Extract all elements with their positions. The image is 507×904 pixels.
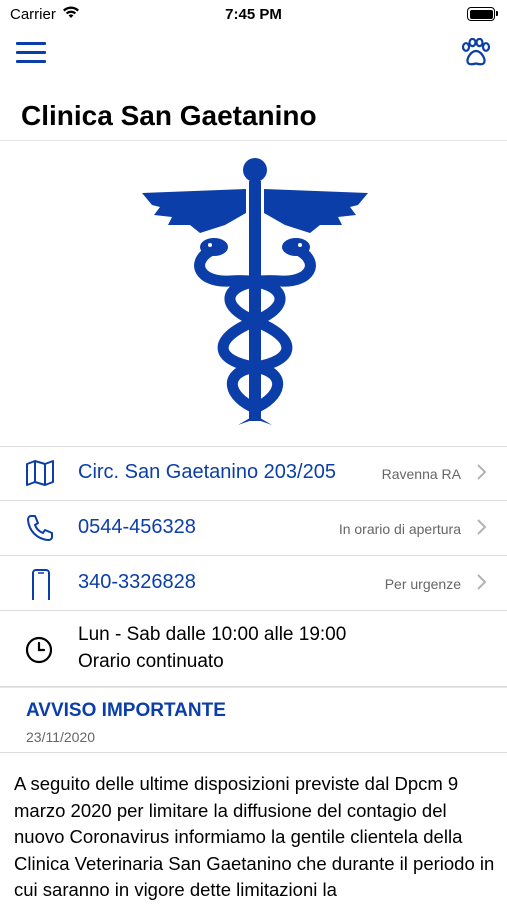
caduceus-logo: [142, 158, 368, 425]
phone-row[interactable]: 0544-456328 In orario di apertura: [0, 501, 507, 556]
address-row[interactable]: Circ. San Gaetanino 203/205 Ravenna RA: [0, 446, 507, 501]
status-bar: Carrier 7:45 PM: [0, 0, 507, 28]
clock-time: 7:45 PM: [225, 6, 282, 23]
mobile-row[interactable]: 340-3326828 Per urgenze: [0, 556, 507, 611]
mobile-number: 340-3326828: [78, 571, 196, 593]
hamburger-menu-icon[interactable]: [16, 42, 46, 64]
paw-icon[interactable]: [459, 38, 493, 68]
mobile-note: Per urgenze: [384, 576, 461, 592]
notice-title: AVVISO IMPORTANTE: [26, 700, 226, 721]
notice-header: AVVISO IMPORTANTE 23/11/2020: [0, 687, 507, 753]
clock-icon: [25, 636, 53, 664]
map-icon: [26, 460, 54, 486]
chevron-right-icon: [477, 574, 487, 590]
clinic-logo-area: [0, 140, 507, 447]
chevron-right-icon: [477, 464, 487, 480]
chevron-right-icon: [477, 519, 487, 535]
phone-icon: [27, 515, 53, 541]
battery-icon: [467, 7, 498, 21]
notice-body: A seguito delle ultime disposizioni prev…: [14, 773, 495, 900]
mobile-icon: [32, 569, 50, 600]
navigation-bar: [0, 28, 507, 78]
address-text: Circ. San Gaetanino 203/205: [78, 461, 336, 483]
opening-hours-row: Lun - Sab dalle 10:00 alle 19:00 Orario …: [0, 608, 507, 687]
address-city: Ravenna RA: [381, 466, 461, 482]
notice-date: 23/11/2020: [26, 729, 96, 745]
phone-number: 0544-456328: [78, 516, 196, 538]
page-title: Clinica San Gaetanino: [21, 100, 317, 131]
hours-line-2: Orario continuato: [78, 651, 224, 672]
phone-note: In orario di apertura: [338, 521, 461, 537]
hours-line-1: Lun - Sab dalle 10:00 alle 19:00: [78, 624, 347, 645]
